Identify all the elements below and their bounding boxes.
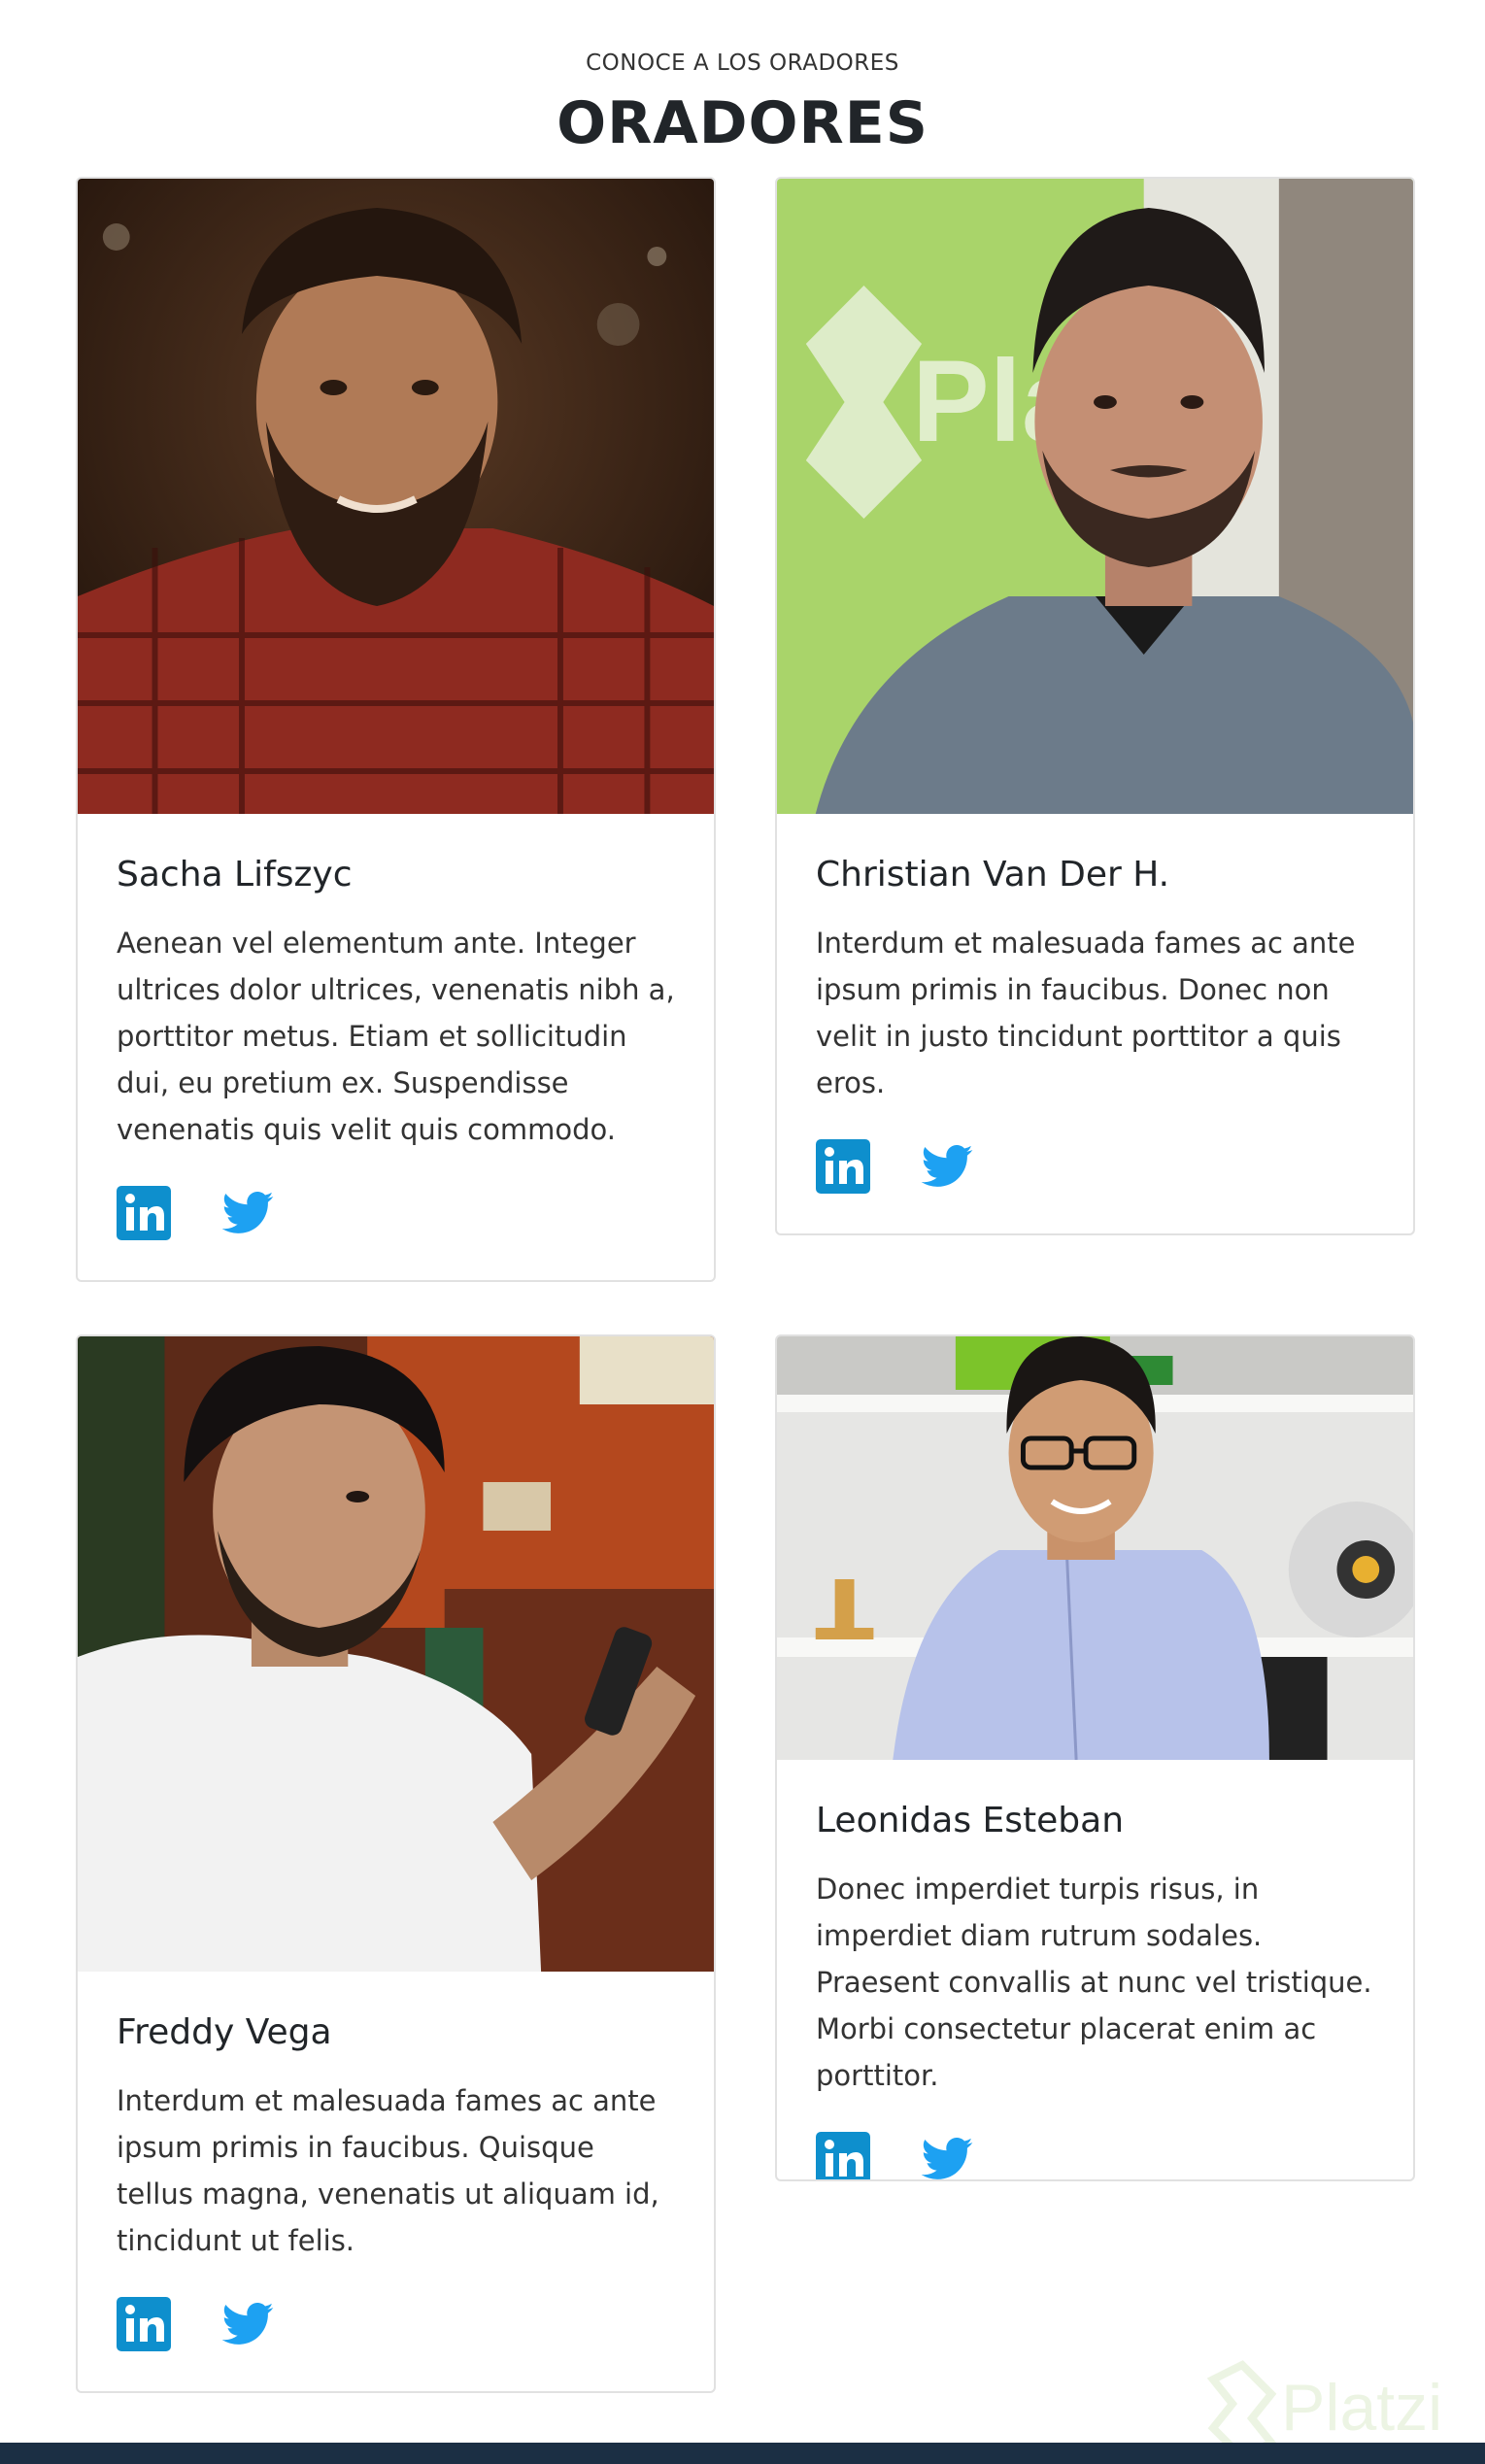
speaker-bio: Interdum et malesuada fames ac ante ipsu…: [816, 927, 1356, 1099]
speaker-photo: [78, 1336, 714, 1972]
speaker-card: Leonidas Esteban Donec imperdiet turpis …: [775, 1334, 1415, 2181]
linkedin-icon[interactable]: [117, 2297, 171, 2355]
speaker-bio: Aenean vel elementum ante. Integer ultri…: [117, 927, 675, 1146]
speaker-card: Platzi Christian Van Der H. Interdum et …: [775, 177, 1415, 1235]
speaker-photo-image: [78, 1336, 714, 1972]
speaker-bio: Donec imperdiet turpis risus, in imperdi…: [816, 1873, 1372, 2092]
linkedin-icon[interactable]: [816, 1139, 870, 1198]
speaker-name: Christian Van Der H.: [816, 855, 1170, 894]
speaker-card: Sacha Lifszyc Aenean vel elementum ante.…: [76, 177, 716, 1282]
twitter-icon[interactable]: [921, 1144, 973, 1192]
svg-text:Platzi: Platzi: [1281, 2371, 1442, 2445]
twitter-icon[interactable]: [221, 1191, 274, 1238]
speaker-photo: [78, 179, 714, 814]
speaker-photo: [777, 1336, 1413, 1760]
speaker-name: Freddy Vega: [117, 2012, 332, 2052]
social-links: [117, 1186, 675, 1244]
linkedin-icon[interactable]: [816, 2132, 870, 2179]
speaker-photo: Platzi: [777, 179, 1413, 814]
speaker-photo-image: Platzi: [777, 179, 1413, 814]
speaker-name: Sacha Lifszyc: [117, 855, 353, 894]
twitter-icon[interactable]: [921, 2137, 973, 2179]
section-subtitle: CONOCE A LOS ORADORES: [586, 51, 899, 76]
social-links: [117, 2297, 675, 2355]
speaker-card: Freddy Vega Interdum et malesuada fames …: [76, 1334, 716, 2393]
social-links: [816, 1139, 1374, 1198]
speakers-section: CONOCE A LOS ORADORES ORADORES Sacha Lif…: [0, 0, 1485, 2464]
platzi-watermark: Platzi: [1203, 2350, 1485, 2462]
speaker-photo-image: [777, 1336, 1413, 1760]
twitter-icon[interactable]: [221, 2302, 274, 2349]
speaker-photo-image: [78, 179, 714, 814]
linkedin-icon[interactable]: [117, 1186, 171, 1244]
speaker-bio: Interdum et malesuada fames ac ante ipsu…: [117, 2084, 659, 2257]
social-links: [816, 2132, 1374, 2179]
section-title: ORADORES: [557, 89, 928, 157]
speaker-name: Leonidas Esteban: [816, 1801, 1125, 1840]
footer-bar: [0, 2443, 1485, 2464]
